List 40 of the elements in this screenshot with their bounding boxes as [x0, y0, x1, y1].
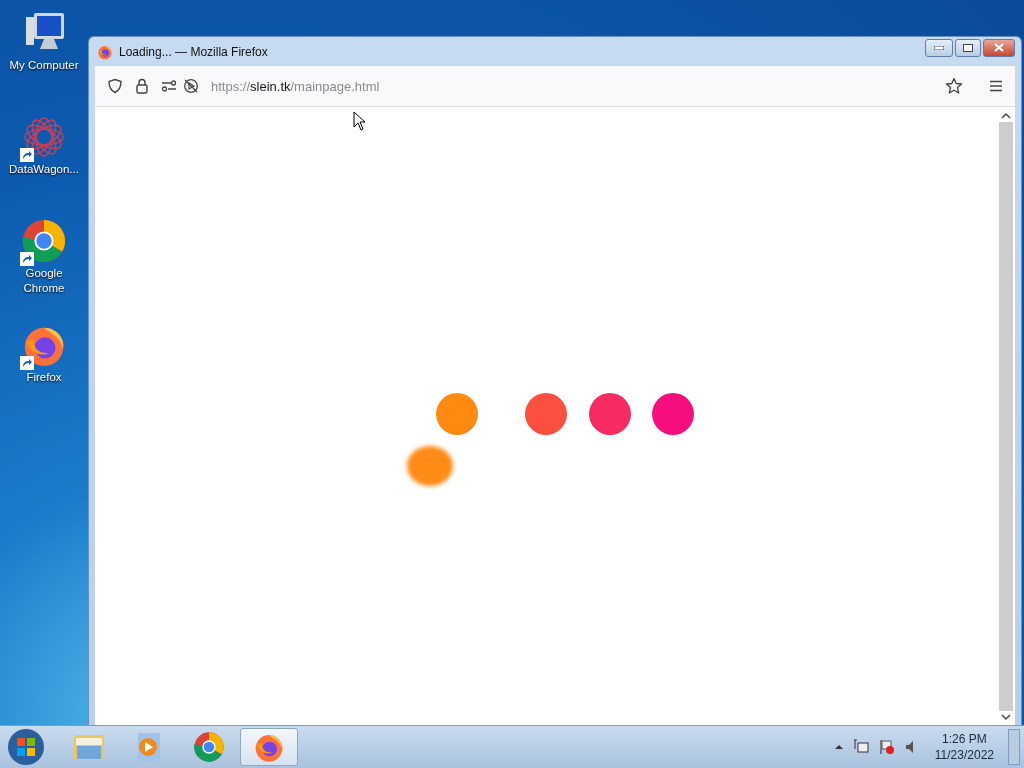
star-burst-icon [22, 115, 66, 159]
chrome-icon [21, 218, 67, 264]
scroll-thumb[interactable] [999, 122, 1013, 711]
clock[interactable]: 1:26 PM 11/23/2022 [934, 731, 994, 763]
icon-label: My Computer [9, 58, 79, 73]
permissions-icon[interactable] [161, 80, 177, 92]
lock-icon[interactable] [135, 78, 149, 94]
menu-icon[interactable] [989, 80, 1003, 92]
desktop-shortcut[interactable]: My Computer [2, 8, 86, 112]
clock-date: 11/23/2022 [934, 747, 994, 763]
chrome-icon [193, 731, 225, 763]
scroll-down-icon[interactable] [1001, 713, 1011, 721]
star-icon[interactable] [945, 77, 963, 95]
minimize-button[interactable] [925, 38, 953, 57]
desktop-shortcut[interactable]: Firefox [2, 320, 86, 424]
network-icon[interactable] [852, 739, 869, 755]
taskbar-button[interactable] [240, 728, 298, 766]
maximize-button[interactable] [955, 38, 981, 57]
caret-icon[interactable] [834, 744, 843, 750]
icon-label: DataWagon... [9, 162, 79, 177]
close-icon [994, 43, 1004, 52]
icon-label: Firefox [26, 370, 62, 385]
folder-icon [73, 732, 105, 762]
flag-icon[interactable] [878, 739, 895, 755]
blocked-autoplay-icon[interactable] [183, 78, 199, 94]
close-button[interactable] [983, 38, 1015, 57]
scroll-up-icon[interactable] [1001, 112, 1011, 120]
speaker-icon[interactable] [904, 739, 915, 755]
media-player-icon [135, 732, 163, 762]
maximize-icon [963, 43, 973, 52]
icon-label: Google Chrome [22, 266, 66, 296]
minimize-icon [934, 45, 944, 50]
cursor-icon [353, 111, 367, 131]
windows-logo-icon [7, 728, 45, 766]
desktop-shortcut[interactable]: Google Chrome [2, 216, 86, 320]
desktop-shortcut[interactable]: DataWagon... [2, 112, 86, 216]
firefox-icon [97, 43, 113, 60]
window-title: Loading... — Mozilla Firefox [119, 44, 269, 59]
shield-icon[interactable] [107, 78, 123, 94]
clock-time: 1:26 PM [942, 731, 987, 747]
